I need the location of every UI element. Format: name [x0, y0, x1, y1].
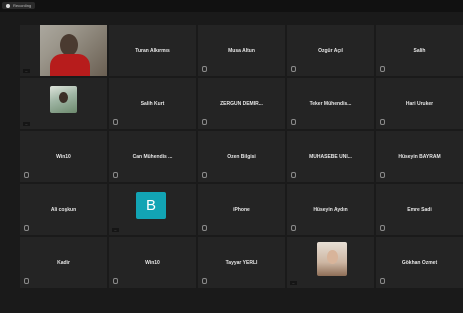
participant-name: Özen Bilgisi [227, 153, 256, 160]
mic-muted-icon [24, 225, 29, 231]
participant-name: iPhone [233, 206, 250, 213]
participant-video-head [60, 34, 78, 56]
mic-muted-icon [380, 66, 385, 72]
participant-tile[interactable]: ... [287, 237, 374, 288]
participant-tile[interactable]: Gökhan Özmet [376, 237, 463, 288]
participant-tile[interactable]: Hari Uruker [376, 78, 463, 129]
participant-name: Can Mühendis ... [132, 153, 173, 160]
participant-name: Kadir [57, 259, 70, 266]
participant-tile[interactable]: Hüseyin Aydın [287, 184, 374, 235]
participant-name: Turan Alkırmıs [135, 47, 170, 54]
participant-name-label: ... [23, 69, 30, 73]
participant-name-label: ... [290, 281, 297, 285]
mic-muted-icon [202, 172, 207, 178]
recording-indicator[interactable]: Recording [2, 2, 36, 9]
participant-name-label: ... [112, 228, 119, 232]
mic-muted-icon [202, 119, 207, 125]
participant-tile[interactable]: Özen Bilgisi [198, 131, 285, 182]
participant-name: MUHASEBE ÜNİ... [309, 153, 352, 160]
participant-tile[interactable]: Kadir [20, 237, 107, 288]
participant-name: Salih [413, 47, 426, 54]
participant-name: Hari Uruker [405, 100, 434, 107]
participant-avatar: B [136, 192, 166, 219]
participant-tile[interactable]: Ali coşkun [20, 184, 107, 235]
record-icon [6, 3, 10, 8]
participant-name: ZERGÜN DEMİR... [220, 100, 263, 107]
top-bar: Recording [0, 0, 463, 12]
participant-photo [50, 86, 77, 113]
mic-muted-icon [380, 278, 385, 284]
mic-muted-icon [291, 172, 296, 178]
participant-name: Özgür Açıl [318, 47, 343, 54]
mic-muted-icon [291, 66, 296, 72]
mic-muted-icon [202, 278, 207, 284]
participant-tile[interactable]: B ... [109, 184, 196, 235]
participant-photo [317, 242, 347, 276]
mic-muted-icon [113, 119, 118, 125]
participant-name-label: ... [23, 122, 30, 126]
mic-muted-icon [202, 225, 207, 231]
participant-tile[interactable]: ... [20, 25, 107, 76]
mic-muted-icon [24, 172, 29, 178]
participant-name: Win10 [56, 153, 71, 160]
mic-muted-icon [291, 119, 296, 125]
mic-muted-icon [380, 119, 385, 125]
participant-tile[interactable]: ... [20, 78, 107, 129]
participant-tile[interactable]: Emre Sadi [376, 184, 463, 235]
participant-name: Ali coşkun [50, 206, 77, 213]
participant-video-body [50, 54, 90, 76]
participant-tile[interactable]: Musa Altun [198, 25, 285, 76]
participant-name: Tayyar YERLİ [225, 259, 258, 266]
mic-muted-icon [113, 278, 118, 284]
mic-muted-icon [380, 172, 385, 178]
participant-tile[interactable]: Tayyar YERLİ [198, 237, 285, 288]
participant-name: Emre Sadi [407, 206, 432, 213]
participant-tile[interactable]: Salih [376, 25, 463, 76]
participant-tile[interactable]: Win10 [20, 131, 107, 182]
participant-tile[interactable]: Hüseyin BAYRAM [376, 131, 463, 182]
participant-tile[interactable]: Turan Alkırmıs [109, 25, 196, 76]
mic-muted-icon [24, 278, 29, 284]
participant-grid: ... Turan Alkırmıs Musa Altun Özgür Açıl… [20, 25, 463, 290]
participant-name: Musa Altun [228, 47, 255, 54]
participant-tile[interactable]: Salih Kurt [109, 78, 196, 129]
participant-name: Hüseyin BAYRAM [398, 153, 441, 160]
participant-tile[interactable]: iPhone [198, 184, 285, 235]
participant-tile[interactable]: ZERGÜN DEMİR... [198, 78, 285, 129]
participant-name: Win10 [145, 259, 160, 266]
participant-tile[interactable]: Teker Mühendis... [287, 78, 374, 129]
participant-name: Gökhan Özmet [401, 259, 438, 266]
participant-tile[interactable]: Win10 [109, 237, 196, 288]
participant-name: Teker Mühendis... [309, 100, 352, 107]
participant-tile[interactable]: MUHASEBE ÜNİ... [287, 131, 374, 182]
participant-tile[interactable]: Can Mühendis ... [109, 131, 196, 182]
participant-tile[interactable]: Özgür Açıl [287, 25, 374, 76]
recording-label: Recording [13, 3, 32, 8]
mic-muted-icon [291, 225, 296, 231]
mic-muted-icon [202, 66, 207, 72]
participant-name: Hüseyin Aydın [313, 206, 348, 213]
mic-muted-icon [113, 172, 118, 178]
mic-muted-icon [380, 225, 385, 231]
participant-name: Salih Kurt [140, 100, 165, 107]
